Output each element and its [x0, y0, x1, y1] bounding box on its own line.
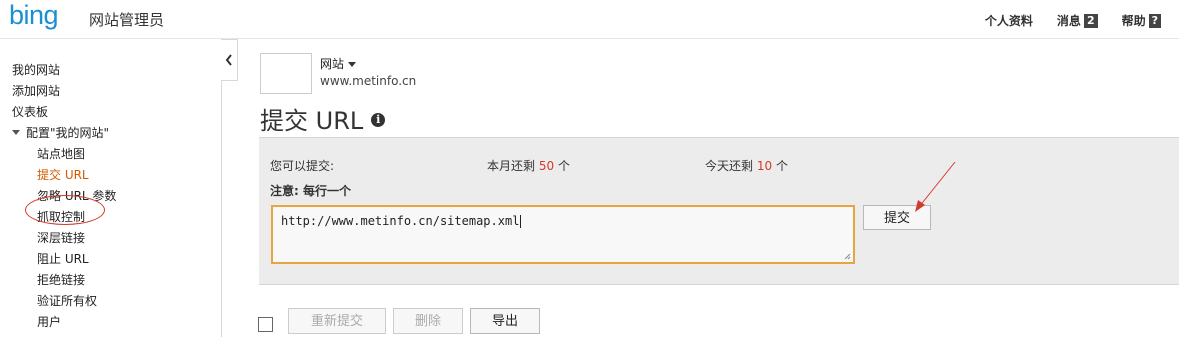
daily-remaining: 今天还剩 10 个 — [705, 157, 788, 174]
site-thumbnail — [260, 53, 312, 94]
delete-button[interactable]: 删除 — [393, 308, 463, 334]
sidebar-item-deep-links[interactable]: 深层链接 — [12, 228, 116, 249]
messages-link[interactable]: 消息 2 — [1057, 12, 1098, 29]
messages-count-badge: 2 — [1083, 13, 1098, 28]
text-cursor — [520, 215, 522, 228]
sidebar-item-dashboard[interactable]: 仪表板 — [12, 102, 116, 123]
sidebar-item-configure-label: 配置"我的网站" — [26, 126, 110, 140]
sidebar-item-block-urls[interactable]: 阻止 URL — [12, 249, 116, 270]
chevron-left-icon — [225, 54, 232, 66]
select-all-checkbox[interactable] — [258, 317, 273, 332]
monthly-remaining: 本月还剩 50 个 — [487, 157, 570, 174]
app-name: 网站管理员 — [89, 11, 165, 29]
top-nav: 个人资料 消息 2 帮助 ? — [961, 12, 1161, 29]
monthly-remaining-count: 50 — [538, 159, 555, 173]
sidebar-item-my-sites[interactable]: 我的网站 — [12, 60, 116, 81]
site-dropdown-label: 网站 — [320, 57, 345, 71]
sidebar-item-users[interactable]: 用户 — [12, 312, 116, 333]
can-submit-label: 您可以提交: — [270, 159, 335, 173]
sidebar: 我的网站 添加网站 仪表板 配置"我的网站" 站点地图 提交 URL 忽略 UR… — [0, 39, 222, 337]
sidebar-item-disavow-links[interactable]: 拒绝链接 — [12, 270, 116, 291]
page-title: 提交 URL i — [260, 101, 386, 136]
profile-link[interactable]: 个人资料 — [985, 12, 1033, 29]
caret-down-icon — [348, 62, 357, 67]
url-textarea[interactable]: http://www.metinfo.cn/sitemap.xml — [271, 205, 855, 264]
daily-remaining-prefix: 今天还剩 — [705, 159, 754, 173]
site-dropdown[interactable]: 网站 — [320, 55, 357, 72]
url-textarea-value: http://www.metinfo.cn/sitemap.xml — [281, 214, 520, 228]
sidebar-item-add-site[interactable]: 添加网站 — [12, 81, 116, 102]
header-bar: bing 网站管理员 个人资料 消息 2 帮助 ? — [0, 0, 1179, 39]
page-title-text: 提交 URL — [260, 107, 364, 135]
chevron-down-icon — [12, 130, 20, 135]
daily-remaining-suffix: 个 — [775, 159, 788, 173]
profile-label: 个人资料 — [984, 14, 1033, 28]
one-per-line-note: 注意: 每行一个 — [270, 184, 351, 198]
resize-grip-icon[interactable] — [844, 253, 851, 260]
resubmit-button[interactable]: 重新提交 — [288, 308, 386, 334]
monthly-remaining-prefix: 本月还剩 — [487, 159, 536, 173]
sidebar-item-sitemaps[interactable]: 站点地图 — [12, 144, 116, 165]
submit-button[interactable]: 提交 — [863, 205, 931, 230]
sidebar-item-submit-url[interactable]: 提交 URL — [12, 165, 116, 186]
export-button[interactable]: 导出 — [470, 308, 540, 334]
daily-remaining-count: 10 — [756, 159, 773, 173]
help-icon: ? — [1148, 13, 1161, 28]
monthly-remaining-suffix: 个 — [557, 159, 570, 173]
help-label: 帮助 — [1121, 14, 1146, 28]
messages-label: 消息 — [1056, 14, 1081, 28]
sidebar-item-configure[interactable]: 配置"我的网站" — [12, 123, 116, 144]
sidebar-item-verify-ownership[interactable]: 验证所有权 — [12, 291, 116, 312]
help-link[interactable]: 帮助 ? — [1122, 12, 1161, 29]
sidebar-collapse-button[interactable] — [221, 39, 238, 81]
info-icon[interactable]: i — [371, 113, 386, 127]
site-url: www.metinfo.cn — [320, 74, 417, 88]
annotation-circle — [25, 195, 105, 225]
bing-logo[interactable]: bing — [9, 0, 59, 31]
